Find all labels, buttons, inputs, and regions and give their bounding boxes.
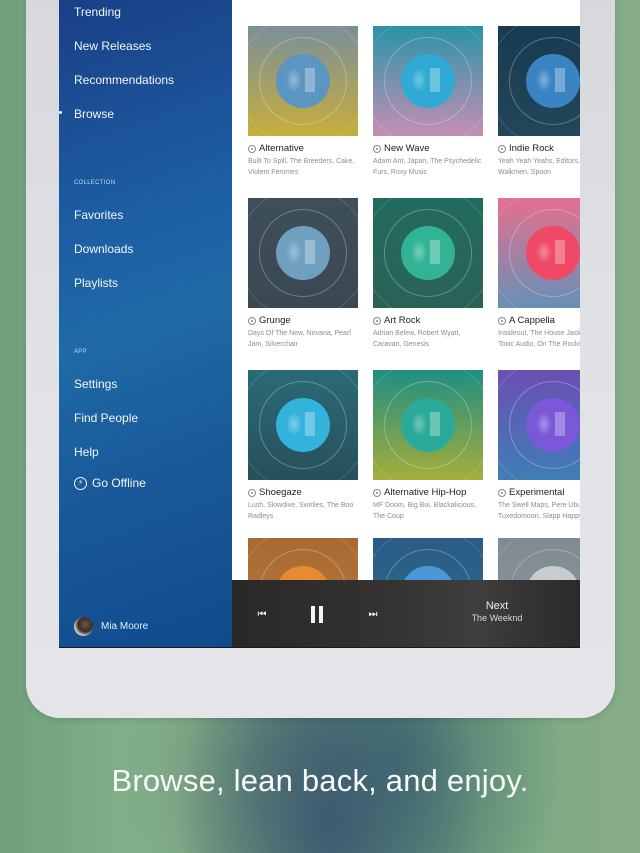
genre-tile[interactable]: New Wave Adam Ant, Japan, The Psychedelic… bbox=[373, 26, 483, 178]
artwork-disc bbox=[276, 226, 330, 280]
user-name: Mia Moore bbox=[101, 621, 149, 632]
genre-artwork[interactable] bbox=[248, 370, 358, 480]
genre-tile[interactable]: Indie Rock Yeah Yeah Yeahs, Editors, Walkm… bbox=[498, 26, 580, 178]
genre-tile[interactable]: Alternative Built To Spill, The Breeders,… bbox=[248, 26, 358, 178]
artwork-disc bbox=[276, 398, 330, 452]
radio-station-icon bbox=[248, 488, 256, 497]
genre-artists: MF Doom, Big Boi, Blackalicious, The Cou… bbox=[373, 502, 477, 520]
radio-station-icon bbox=[373, 144, 381, 153]
genre-name: New Wave bbox=[384, 143, 430, 154]
app-screen: Trending New Releases Recommendations Br… bbox=[59, 0, 580, 648]
sidebar-item-trending[interactable]: Trending bbox=[74, 5, 121, 19]
genre-artists: Built To Spill, The Breeders, Cake, Viol… bbox=[248, 158, 355, 176]
genre-tile[interactable]: Experimental The Swell Maps, Pere Ubu, Tux… bbox=[498, 370, 580, 522]
radio-station-icon bbox=[373, 316, 381, 325]
user-profile[interactable]: Mia Moore bbox=[74, 617, 148, 636]
artwork-disc bbox=[276, 54, 330, 108]
genre-artists: Insideout, The House Jacks, Toxic Audio, … bbox=[498, 330, 580, 348]
genre-tile[interactable]: Grunge Days Of The New, Nirvana, Pearl Ja… bbox=[248, 198, 358, 350]
genre-title: Alternative Hip-Hop bbox=[373, 487, 483, 498]
sidebar-item-recommendations[interactable]: Recommendations bbox=[74, 73, 174, 87]
previous-track-button[interactable]: ⏮︎ bbox=[254, 603, 270, 625]
genre-artists: Lush, Slowdive, Swirlies, The Boo Radley… bbox=[248, 502, 354, 520]
genre-artwork[interactable] bbox=[498, 26, 580, 136]
artwork-disc bbox=[526, 54, 580, 108]
radio-station-icon bbox=[498, 144, 506, 153]
artwork-disc bbox=[526, 226, 580, 280]
player-bar: ⏮︎ ⏭︎ Next The Weeknd bbox=[232, 580, 580, 647]
genre-title: Art Rock bbox=[373, 315, 483, 326]
genre-artwork[interactable] bbox=[373, 370, 483, 480]
genre-title: A Cappella bbox=[498, 315, 580, 326]
sidebar-item-new-releases[interactable]: New Releases bbox=[74, 39, 151, 53]
sidebar-item-go-offline[interactable]: ⚡︎ Go Offline bbox=[74, 476, 146, 490]
sidebar-item-find-people[interactable]: Find People bbox=[74, 411, 138, 425]
artwork-disc bbox=[401, 54, 455, 108]
pause-button[interactable] bbox=[308, 603, 326, 625]
genre-artists: Days Of The New, Nirvana, Pearl Jam, Sil… bbox=[248, 330, 351, 348]
radio-station-icon bbox=[498, 488, 506, 497]
genre-artwork[interactable] bbox=[248, 198, 358, 308]
genre-title: Grunge bbox=[248, 315, 358, 326]
genre-title: Alternative bbox=[248, 143, 358, 154]
genre-artists: Adam Ant, Japan, The Psychedelic Furs, R… bbox=[373, 158, 482, 176]
lightning-bolt-icon: ⚡︎ bbox=[74, 476, 87, 490]
radio-station-icon bbox=[373, 488, 381, 497]
up-next-label: Next bbox=[485, 600, 509, 612]
genre-name: Grunge bbox=[259, 315, 291, 326]
sidebar-item-browse[interactable]: Browse bbox=[74, 107, 114, 121]
go-offline-label: Go Offline bbox=[92, 476, 146, 490]
sidebar-item-settings[interactable]: Settings bbox=[74, 377, 117, 391]
artwork-disc bbox=[526, 398, 580, 452]
section-label-collection: COLLECTION bbox=[74, 180, 116, 186]
sidebar-item-help[interactable]: Help bbox=[74, 445, 99, 459]
genre-name: Experimental bbox=[509, 487, 565, 498]
genre-title: New Wave bbox=[373, 143, 483, 154]
genre-tile[interactable]: Art Rock Adrian Belew, Robert Wyatt, Cara… bbox=[373, 198, 483, 350]
sidebar-item-playlists[interactable]: Playlists bbox=[74, 276, 118, 290]
genre-tile[interactable]: Shoegaze Lush, Slowdive, Swirlies, The Bo… bbox=[248, 370, 358, 522]
genre-name: Alternative bbox=[259, 143, 304, 154]
previous-track-icon: ⏮︎ bbox=[257, 608, 267, 620]
artwork-disc bbox=[401, 226, 455, 280]
genre-tile[interactable]: Alternative Hip-Hop MF Doom, Big Boi, Bla… bbox=[373, 370, 483, 522]
genre-title: Shoegaze bbox=[248, 487, 358, 498]
radio-station-icon bbox=[498, 316, 506, 325]
genre-name: Indie Rock bbox=[509, 143, 554, 154]
up-next-artist: The Weeknd bbox=[471, 613, 523, 623]
genre-artists: The Swell Maps, Pere Ubu, Tuxedomoon, Sla… bbox=[498, 502, 580, 520]
next-track-icon: ⏭︎ bbox=[368, 608, 378, 620]
genre-name: Shoegaze bbox=[259, 487, 302, 498]
sidebar-item-favorites[interactable]: Favorites bbox=[74, 208, 123, 222]
genre-artwork[interactable] bbox=[248, 26, 358, 136]
genre-artwork[interactable] bbox=[373, 26, 483, 136]
genre-artists: Yeah Yeah Yeahs, Editors, Walkmen, Spoon bbox=[498, 158, 580, 176]
genre-artwork[interactable] bbox=[498, 198, 580, 308]
tagline: Browse, lean back, and enjoy. bbox=[111, 763, 529, 798]
genre-artwork[interactable] bbox=[498, 370, 580, 480]
genre-tile[interactable]: A Cappella Insideout, The House Jacks, Tox… bbox=[498, 198, 580, 350]
artwork-disc bbox=[401, 398, 455, 452]
genre-title: Indie Rock bbox=[498, 143, 580, 154]
sidebar: Trending New Releases Recommendations Br… bbox=[59, 0, 232, 647]
genre-name: Art Rock bbox=[384, 315, 421, 326]
pause-icon bbox=[309, 605, 325, 623]
radio-station-icon bbox=[248, 144, 256, 153]
genre-name: Alternative Hip-Hop bbox=[384, 487, 467, 498]
next-track-button[interactable]: ⏭︎ bbox=[365, 603, 381, 625]
avatar bbox=[74, 617, 93, 636]
radio-station-icon bbox=[248, 316, 256, 325]
section-label-app: APP bbox=[74, 349, 87, 355]
up-next[interactable]: Next The Weeknd bbox=[442, 600, 552, 623]
active-indicator bbox=[59, 111, 62, 114]
genre-title: Experimental bbox=[498, 487, 580, 498]
genre-grid: Alternative Built To Spill, The Breeders,… bbox=[232, 0, 580, 647]
genre-name: A Cappella bbox=[509, 315, 555, 326]
sidebar-item-downloads[interactable]: Downloads bbox=[74, 242, 133, 256]
genre-artists: Adrian Belew, Robert Wyatt, Caravan, Gen… bbox=[373, 330, 461, 348]
genre-artwork[interactable] bbox=[373, 198, 483, 308]
